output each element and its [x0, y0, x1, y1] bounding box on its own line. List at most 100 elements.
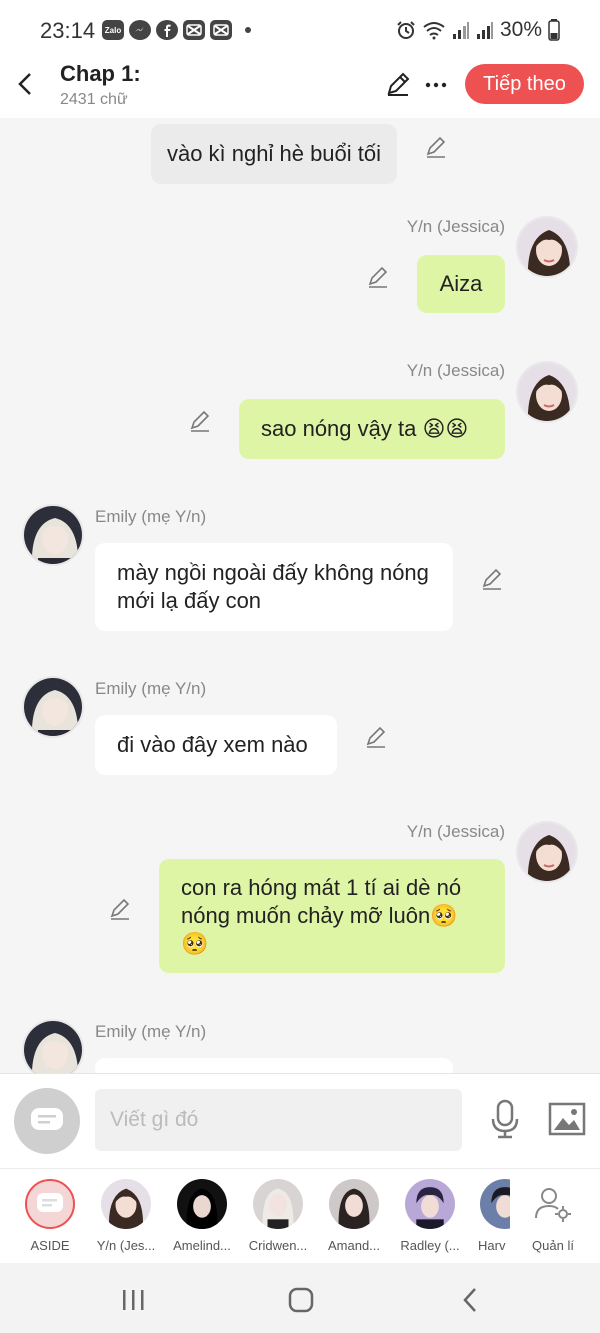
- message-bubble[interactable]: Aiza: [417, 255, 505, 313]
- capcut-icon: [183, 20, 205, 40]
- message-text: sao nóng vậy ta 😫😫: [261, 416, 469, 441]
- home-button[interactable]: [286, 1285, 316, 1315]
- avatar: [405, 1179, 455, 1229]
- sender-name: Emily (mẹ Y/n): [95, 507, 207, 526]
- avatar[interactable]: [22, 676, 84, 738]
- character-label: Harv: [478, 1238, 506, 1253]
- character-label: Quản lí: [532, 1238, 574, 1253]
- edit-pencil-icon[interactable]: [108, 897, 132, 921]
- alarm-icon: [397, 21, 415, 39]
- edit-pencil-icon[interactable]: [384, 70, 412, 98]
- sender-name: Emily (mẹ Y/n): [95, 679, 207, 698]
- harvey-avatar-image: [480, 1179, 510, 1229]
- character-label: Radley (...: [400, 1238, 460, 1253]
- character-harvey[interactable]: Harv: [470, 1179, 510, 1253]
- character-label: ASIDE: [30, 1238, 70, 1253]
- sender-name: Y/n (Jessica): [406, 822, 505, 841]
- system-navigation-bar: [0, 1263, 600, 1333]
- sender-name: Y/n (Jessica): [406, 217, 505, 236]
- compose-bar: [0, 1073, 600, 1168]
- character-radley[interactable]: Radley (...: [394, 1179, 466, 1253]
- emily-avatar-image: [24, 1021, 82, 1073]
- cridwen-avatar-image: [253, 1179, 303, 1229]
- chapter-header: Chap 1: 2431 chữ Tiếp theo: [0, 58, 600, 118]
- back-button[interactable]: [10, 66, 40, 102]
- system-icons: 30%: [396, 18, 560, 42]
- user-settings-icon: [535, 1188, 571, 1222]
- more-options-button[interactable]: [424, 68, 448, 96]
- facebook-icon: [156, 20, 178, 40]
- word-count: 2431 chữ: [60, 91, 128, 108]
- manage-icon-wrap: [528, 1179, 578, 1229]
- avatar: [177, 1179, 227, 1229]
- message-bubble[interactable]: con ra hóng mát 1 tí ai dè nó nóng muốn …: [159, 859, 505, 973]
- chat-bubble-icon: [31, 1108, 63, 1130]
- character-jessica[interactable]: Y/n (Jes...: [90, 1179, 162, 1253]
- message-text: vào kì nghỉ hè buổi tối: [166, 141, 382, 166]
- microphone-icon[interactable]: [488, 1099, 522, 1139]
- character-label: Amelind...: [173, 1238, 231, 1253]
- messenger-icon: [129, 20, 151, 40]
- chat-bubble-icon: [37, 1193, 63, 1212]
- recent-apps-button[interactable]: [118, 1285, 148, 1315]
- edit-pencil-icon[interactable]: [364, 725, 388, 749]
- avatar[interactable]: [22, 1019, 84, 1073]
- back-arrow-icon: [463, 1288, 476, 1312]
- chevron-left-icon: [18, 73, 31, 95]
- amelinda-avatar-image: [177, 1179, 227, 1229]
- zalo-icon: Zalo: [102, 20, 124, 40]
- character-label: Cridwen...: [248, 1238, 308, 1253]
- jessica-avatar-image: [518, 823, 576, 881]
- sender-name: Emily (mẹ Y/n): [95, 1022, 207, 1041]
- edit-pencil-icon[interactable]: [188, 409, 212, 433]
- manage-characters-button[interactable]: Quản lí: [517, 1179, 589, 1253]
- radley-avatar-image: [405, 1179, 455, 1229]
- battery-icon: [548, 19, 560, 41]
- image-icon[interactable]: [548, 1102, 586, 1136]
- back-nav-button[interactable]: [455, 1285, 485, 1315]
- avatar: [101, 1179, 151, 1229]
- edit-pencil-icon[interactable]: [480, 567, 504, 591]
- jessica-avatar-image: [101, 1179, 151, 1229]
- more-dots-icon: [425, 82, 447, 88]
- recents-icon: [123, 1290, 144, 1310]
- more-notifications-dot: [245, 27, 251, 33]
- edit-pencil-icon[interactable]: [366, 265, 390, 289]
- character-label: Amand...: [327, 1238, 381, 1253]
- wifi-icon: [423, 22, 445, 40]
- capcut-icon: [210, 20, 232, 40]
- status-bar: 23:14 Zalo 30%: [0, 0, 600, 58]
- signal-icon: [452, 22, 469, 39]
- character-label: Y/n (Jes...: [96, 1238, 156, 1253]
- signal-icon: [476, 22, 493, 39]
- avatar[interactable]: [22, 504, 84, 566]
- message-bubble[interactable]: mày ngồi ngoài đấy không nóng mới lạ đấy…: [95, 543, 453, 631]
- battery-percent: 30%: [499, 18, 542, 41]
- sender-name: Y/n (Jessica): [406, 361, 505, 380]
- character-strip: ASIDE Y/n (Jes... Amelind... Cridwen... …: [0, 1168, 600, 1263]
- aside-toggle-button[interactable]: [14, 1088, 80, 1154]
- jessica-avatar-image: [518, 363, 576, 421]
- avatar[interactable]: [516, 216, 578, 278]
- message-input[interactable]: [95, 1089, 462, 1151]
- message-text: đi vào đây xem nào: [117, 732, 308, 757]
- edit-pencil-icon[interactable]: [424, 135, 448, 159]
- avatar: [253, 1179, 303, 1229]
- avatar[interactable]: [516, 361, 578, 423]
- next-button[interactable]: Tiếp theo: [465, 64, 584, 104]
- home-icon: [288, 1287, 314, 1313]
- avatar[interactable]: [516, 821, 578, 883]
- chapter-title: Chap 1:: [60, 61, 141, 86]
- narration-bubble[interactable]: vào kì nghỉ hè buổi tối: [151, 124, 397, 184]
- aside-avatar: [25, 1179, 75, 1229]
- character-cridwen[interactable]: Cridwen...: [242, 1179, 314, 1253]
- character-aside[interactable]: ASIDE: [14, 1179, 86, 1253]
- message-bubble[interactable]: sao nóng vậy ta 😫😫: [239, 399, 505, 459]
- character-amelinda[interactable]: Amelind...: [166, 1179, 238, 1253]
- message-bubble[interactable]: [95, 1058, 453, 1073]
- avatar: [329, 1179, 379, 1229]
- chat-area: vào kì nghỉ hè buổi tối Y/n (Jessica) Ai…: [0, 118, 600, 1073]
- character-amanda[interactable]: Amand...: [318, 1179, 390, 1253]
- notification-icons: Zalo: [102, 20, 251, 40]
- message-bubble[interactable]: đi vào đây xem nào: [95, 715, 337, 775]
